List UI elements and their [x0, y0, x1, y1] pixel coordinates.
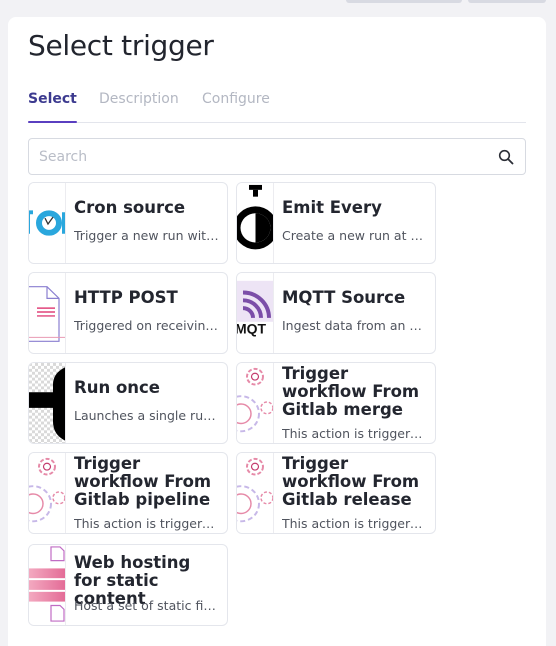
trigger-card-mqtt-source[interactable]: MQT MQTT Source Ingest data from an MQ…: [236, 272, 436, 354]
tab-select[interactable]: Select: [28, 91, 77, 123]
mqtt-source-thumbnail-icon: MQT: [237, 273, 274, 353]
gear-thumbnail-icon: [237, 363, 274, 443]
svg-text:MQT: MQT: [237, 321, 267, 337]
card-title: MQTT Source: [282, 288, 406, 307]
card-description: Ingest data from an MQ…: [282, 318, 427, 333]
card-description: Create a new run at a gi…: [282, 228, 427, 243]
trigger-card-gitlab-pipeline[interactable]: Trigger workflow From Gitlab pipeline Th…: [28, 452, 228, 534]
card-description: Trigger a new run with …: [74, 228, 219, 243]
gear-thumbnail-icon: [237, 453, 274, 533]
trigger-card-cron-source[interactable]: Cron source Trigger a new run with …: [28, 182, 228, 264]
trigger-card-gitlab-merge[interactable]: Trigger workflow From Gitlab merge This …: [236, 362, 436, 444]
web-hosting-thumbnail-icon: [29, 545, 66, 625]
card-description: This action is triggered …: [74, 516, 219, 531]
run-once-thumbnail-icon: [29, 363, 66, 443]
search-icon[interactable]: [498, 149, 514, 165]
search-box: [28, 138, 526, 175]
trigger-card-emit-every[interactable]: Emit Every Create a new run at a gi…: [236, 182, 436, 264]
trigger-card-run-once[interactable]: Run once Launches a single run o…: [28, 362, 228, 444]
card-title: Trigger workflow From Gitlab release: [282, 454, 420, 509]
card-title: Trigger workflow From Gitlab pipeline: [74, 454, 212, 509]
dialog-title: Select trigger: [28, 29, 214, 62]
card-description: Launches a single run o…: [74, 408, 219, 423]
top-tab-stub: [346, 0, 462, 3]
http-post-thumbnail-icon: [29, 273, 66, 353]
card-description: This action is triggered …: [282, 516, 427, 531]
card-description: Triggered on receiving …: [74, 318, 219, 333]
card-title: Run once: [74, 378, 160, 397]
trigger-card-http-post[interactable]: HTTP POST Triggered on receiving …: [28, 272, 228, 354]
card-title: Emit Every: [282, 198, 382, 217]
card-title: Cron source: [74, 198, 186, 217]
card-description: This action is triggered …: [282, 426, 427, 441]
card-description: Host a set of static file …: [74, 598, 219, 613]
trigger-card-gitlab-release[interactable]: Trigger workflow From Gitlab release Thi…: [236, 452, 436, 534]
select-trigger-dialog: Select trigger Select Description Config…: [8, 17, 546, 646]
card-title: Trigger workflow From Gitlab merge: [282, 364, 420, 419]
search-input[interactable]: [39, 147, 479, 167]
tab-configure[interactable]: Configure: [202, 91, 270, 122]
gear-thumbnail-icon: [29, 453, 66, 533]
trigger-card-web-hosting[interactable]: Web hosting for static content Host a se…: [28, 544, 228, 626]
tab-description[interactable]: Description: [99, 91, 179, 122]
tab-bar: Select Description Configure: [28, 91, 526, 123]
card-title: HTTP POST: [74, 288, 178, 307]
emit-every-thumbnail-icon: [237, 183, 274, 263]
top-tab-stub: [468, 0, 546, 3]
cron-source-thumbnail-icon: [29, 183, 66, 263]
